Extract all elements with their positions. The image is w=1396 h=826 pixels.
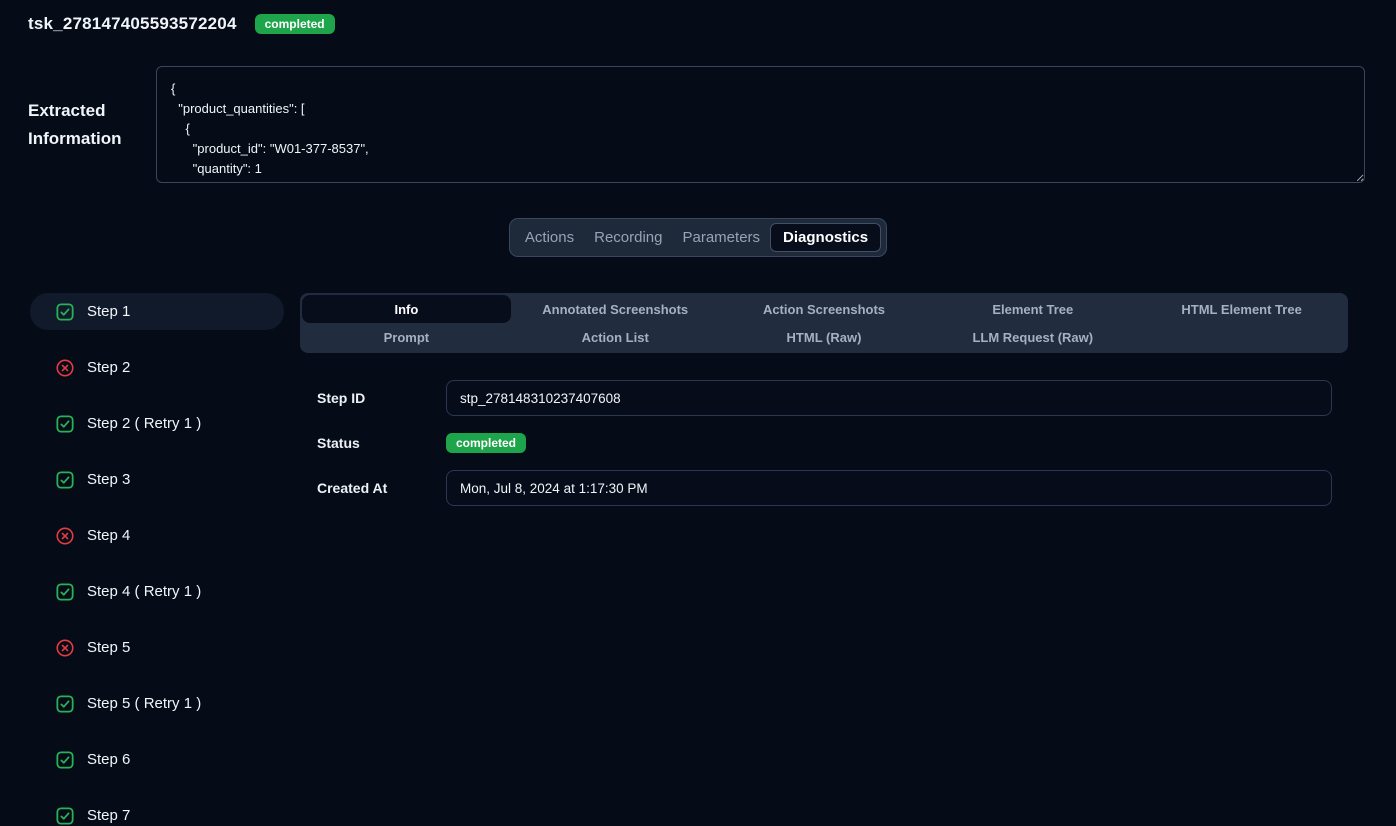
step-detail-panel: InfoAnnotated ScreenshotsAction Screensh… xyxy=(300,293,1348,523)
created-at-row: Created At xyxy=(317,470,1332,506)
main-tab-bar: ActionsRecordingParametersDiagnostics xyxy=(509,218,887,257)
step-item-step-1[interactable]: Step 1 xyxy=(30,293,284,330)
detail-tab-annotated-screenshots[interactable]: Annotated Screenshots xyxy=(511,295,720,323)
step-label: Step 5 ( Retry 1 ) xyxy=(87,695,201,712)
extracted-info-textarea[interactable]: { "product_quantities": [ { "product_id"… xyxy=(156,66,1365,183)
extracted-info-row: Extracted Information { "product_quantit… xyxy=(28,66,1365,183)
step-item-step-7[interactable]: Step 7 xyxy=(30,797,284,826)
step-label: Step 2 ( Retry 1 ) xyxy=(87,415,201,432)
step-item-step-2-retry-1[interactable]: Step 2 ( Retry 1 ) xyxy=(30,405,284,442)
step-id-label: Step ID xyxy=(317,390,446,406)
extracted-info-label: Extracted Information xyxy=(28,97,156,153)
detail-tab-info[interactable]: Info xyxy=(302,295,511,323)
detail-tab-action-list[interactable]: Action List xyxy=(511,323,720,351)
check-square-icon xyxy=(56,303,74,321)
status-label: Status xyxy=(317,435,446,451)
step-item-step-4[interactable]: Step 4 xyxy=(30,517,284,554)
detail-tab-prompt[interactable]: Prompt xyxy=(302,323,511,351)
step-label: Step 4 ( Retry 1 ) xyxy=(87,583,201,600)
info-form: Step ID Status completed Created At xyxy=(300,353,1348,506)
step-item-step-5[interactable]: Step 5 xyxy=(30,629,284,666)
x-circle-icon xyxy=(56,639,74,657)
check-square-icon xyxy=(56,751,74,769)
header: tsk_278147405593572204 completed xyxy=(0,0,1396,34)
detail-tab-element-tree[interactable]: Element Tree xyxy=(928,295,1137,323)
detail-tab-bar: InfoAnnotated ScreenshotsAction Screensh… xyxy=(300,293,1348,353)
main-tab-recording[interactable]: Recording xyxy=(584,223,672,252)
main-tab-parameters[interactable]: Parameters xyxy=(673,223,771,252)
x-circle-icon xyxy=(56,359,74,377)
detail-tab-action-screenshots[interactable]: Action Screenshots xyxy=(720,295,929,323)
step-label: Step 6 xyxy=(87,751,130,768)
content-area: Step 1 Step 2 Step xyxy=(30,293,1348,826)
step-label: Step 1 xyxy=(87,303,130,320)
step-label: Step 5 xyxy=(87,639,130,656)
main-tab-diagnostics[interactable]: Diagnostics xyxy=(770,223,881,252)
detail-tab-html-raw[interactable]: HTML (Raw) xyxy=(720,323,929,351)
created-at-label: Created At xyxy=(317,480,446,496)
step-list: Step 1 Step 2 Step xyxy=(30,293,284,826)
step-id-input[interactable] xyxy=(446,380,1332,416)
main-tab-actions[interactable]: Actions xyxy=(515,223,584,252)
x-circle-icon xyxy=(56,527,74,545)
check-square-icon xyxy=(56,807,74,825)
detail-tab-html-element-tree[interactable]: HTML Element Tree xyxy=(1137,295,1346,323)
task-id-title: tsk_278147405593572204 xyxy=(28,14,237,34)
task-status-badge: completed xyxy=(255,14,335,34)
detail-tab-llm-request-raw[interactable]: LLM Request (Raw) xyxy=(928,323,1137,351)
step-label: Step 2 xyxy=(87,359,130,376)
check-square-icon xyxy=(56,583,74,601)
step-item-step-5-retry-1[interactable]: Step 5 ( Retry 1 ) xyxy=(30,685,284,722)
step-label: Step 7 xyxy=(87,807,130,824)
step-id-row: Step ID xyxy=(317,380,1332,416)
check-square-icon xyxy=(56,695,74,713)
check-square-icon xyxy=(56,471,74,489)
check-square-icon xyxy=(56,415,74,433)
step-label: Step 4 xyxy=(87,527,130,544)
created-at-input[interactable] xyxy=(446,470,1332,506)
status-row: Status completed xyxy=(317,433,1332,453)
step-item-step-3[interactable]: Step 3 xyxy=(30,461,284,498)
step-item-step-6[interactable]: Step 6 xyxy=(30,741,284,778)
step-item-step-4-retry-1[interactable]: Step 4 ( Retry 1 ) xyxy=(30,573,284,610)
step-label: Step 3 xyxy=(87,471,130,488)
step-status-badge: completed xyxy=(446,433,526,453)
step-item-step-2[interactable]: Step 2 xyxy=(30,349,284,386)
